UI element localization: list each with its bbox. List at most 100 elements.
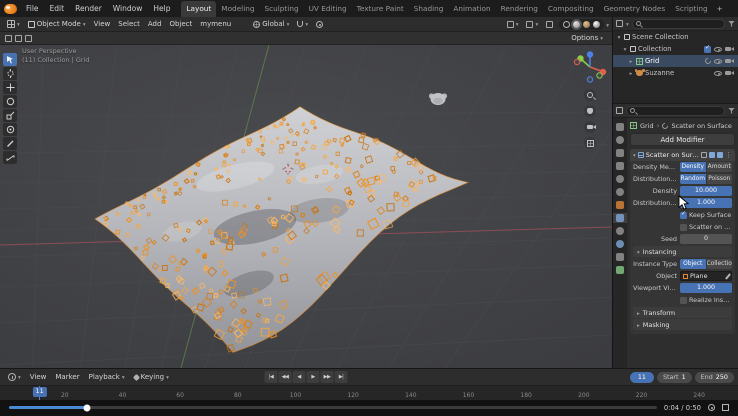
tab-view-layer[interactable]: [613, 161, 627, 171]
mode-selector[interactable]: Object Mode: [24, 18, 90, 31]
outliner-row-grid[interactable]: Grid: [613, 55, 738, 67]
timeline-editor-type-button[interactable]: [4, 371, 25, 384]
properties-editor-type-icon[interactable]: [616, 107, 623, 114]
zoom-icon[interactable]: [584, 89, 596, 101]
seed-field[interactable]: 0: [680, 234, 732, 244]
disable-render-icon[interactable]: [725, 71, 731, 76]
tab-animation[interactable]: Animation: [448, 1, 495, 17]
tab-texture-paint[interactable]: Texture Paint: [352, 1, 409, 17]
gizmos-toggle[interactable]: [503, 18, 523, 31]
timeline-playhead[interactable]: 11: [39, 386, 41, 400]
menu-window[interactable]: Window: [108, 0, 148, 17]
expand-icon[interactable]: [628, 69, 634, 77]
transform-section-header[interactable]: Transform: [633, 307, 732, 318]
outliner-row-scene-collection[interactable]: Scene Collection: [613, 31, 738, 43]
distribution-random-option[interactable]: Random: [680, 174, 706, 184]
menu-add[interactable]: Add: [144, 18, 166, 31]
menu-view[interactable]: View: [90, 18, 115, 31]
tab-rendering[interactable]: Rendering: [496, 1, 543, 17]
masking-section-header[interactable]: Masking: [633, 319, 732, 330]
modifier-name[interactable]: Scatter on Surface: [646, 151, 699, 159]
modifier-panel-header[interactable]: Scatter on Surface: [630, 149, 735, 161]
tab-scripting[interactable]: Scripting: [670, 1, 712, 17]
snap-toggle[interactable]: [293, 18, 312, 31]
fullscreen-icon[interactable]: [722, 404, 729, 411]
rotate-tool[interactable]: [3, 95, 17, 108]
filter-icon[interactable]: [728, 21, 735, 27]
tab-geometry-nodes[interactable]: Geometry Nodes: [599, 1, 671, 17]
cursor-tool[interactable]: [3, 67, 17, 80]
distribution-poisson-option[interactable]: Poisson: [707, 174, 733, 184]
tab-scene[interactable]: [613, 174, 627, 184]
settings-gear-icon[interactable]: [708, 404, 715, 411]
timeline-menu-view[interactable]: View: [26, 371, 51, 384]
wireframe-shading-button[interactable]: [563, 21, 570, 28]
jump-to-end-button[interactable]: ▶|: [335, 371, 348, 383]
tab-sculpting[interactable]: Sculpting: [260, 1, 304, 17]
menu-select[interactable]: Select: [114, 18, 144, 31]
tab-uv-editing[interactable]: UV Editing: [304, 1, 352, 17]
realtime-display-toggle[interactable]: [709, 152, 715, 158]
density-method-density-option[interactable]: Density: [680, 162, 706, 172]
breadcrumb-object[interactable]: Grid: [640, 122, 654, 130]
hide-viewport-icon[interactable]: [714, 71, 722, 76]
eyedropper-icon[interactable]: [725, 273, 731, 280]
editor-type-button[interactable]: [3, 18, 24, 31]
timeline-menu-marker[interactable]: Marker: [51, 371, 83, 384]
hide-viewport-icon[interactable]: [714, 59, 722, 64]
menu-edit[interactable]: Edit: [45, 0, 70, 17]
timeline-ruler[interactable]: 11 20406080100120140160180200220240: [0, 385, 738, 400]
tab-object[interactable]: [613, 200, 627, 210]
material-preview-button[interactable]: [583, 21, 590, 28]
tab-modifiers[interactable]: [613, 213, 627, 223]
collapse-icon[interactable]: [633, 151, 636, 159]
viewport-visibility-slider[interactable]: 1.000: [680, 283, 732, 293]
disable-render-icon[interactable]: [725, 47, 731, 52]
rendered-shading-button[interactable]: [593, 21, 600, 28]
menu-render[interactable]: Render: [70, 0, 107, 17]
instance-type-collection-option[interactable]: Collection: [707, 259, 733, 269]
camera-view-icon[interactable]: [584, 121, 596, 133]
density-method-amount-option[interactable]: Amount: [707, 162, 733, 172]
expand-icon[interactable]: [622, 45, 628, 53]
pan-icon[interactable]: [584, 105, 596, 117]
tab-tool[interactable]: [613, 122, 627, 132]
video-progress-bar[interactable]: [9, 406, 657, 409]
current-frame-field[interactable]: 11: [630, 372, 654, 383]
add-modifier-button[interactable]: Add Modifier: [630, 133, 735, 146]
tab-output[interactable]: [613, 148, 627, 158]
expand-icon[interactable]: [628, 57, 634, 65]
play-reverse-button[interactable]: ◀: [293, 371, 306, 383]
tab-layout[interactable]: Layout: [181, 1, 216, 17]
transform-tool[interactable]: [3, 123, 17, 136]
edit-mode-display-toggle[interactable]: [701, 152, 707, 158]
tab-modeling[interactable]: Modeling: [216, 1, 259, 17]
frame-end-field[interactable]: End250: [695, 372, 734, 383]
xray-toggle[interactable]: [542, 18, 557, 31]
perspective-toggle-icon[interactable]: [584, 137, 596, 149]
options-button[interactable]: Options: [567, 32, 607, 45]
shading-popover-icon[interactable]: [606, 20, 609, 29]
breadcrumb-modifier[interactable]: Scatter on Surface: [671, 122, 731, 130]
tab-shading[interactable]: Shading: [409, 1, 449, 17]
realize-instances-checkbox[interactable]: [680, 297, 687, 304]
keying-popover[interactable]: Keying: [130, 371, 173, 384]
scatter-on-instances-checkbox[interactable]: [680, 224, 687, 231]
select-mode-new-icon[interactable]: [15, 35, 22, 42]
blender-logo-icon[interactable]: [4, 4, 17, 14]
jump-to-start-button[interactable]: |◀: [265, 371, 278, 383]
outliner-row-collection[interactable]: Collection: [613, 43, 738, 55]
navigation-gizmo[interactable]: [572, 49, 608, 85]
play-button[interactable]: ▶: [307, 371, 320, 383]
properties-search-input[interactable]: [626, 106, 725, 116]
tab-physics[interactable]: [613, 239, 627, 249]
jump-to-prev-keyframe-button[interactable]: ◀◀: [279, 371, 292, 383]
tab-constraints[interactable]: [613, 252, 627, 262]
outliner-editor-type-icon[interactable]: [616, 20, 623, 27]
solid-shading-button[interactable]: [573, 21, 580, 28]
menu-help[interactable]: Help: [148, 0, 175, 17]
jump-to-next-keyframe-button[interactable]: ▶▶: [321, 371, 334, 383]
filter-icon[interactable]: [728, 108, 735, 114]
tab-world[interactable]: [613, 187, 627, 197]
modifier-extras-icon[interactable]: [725, 151, 732, 159]
